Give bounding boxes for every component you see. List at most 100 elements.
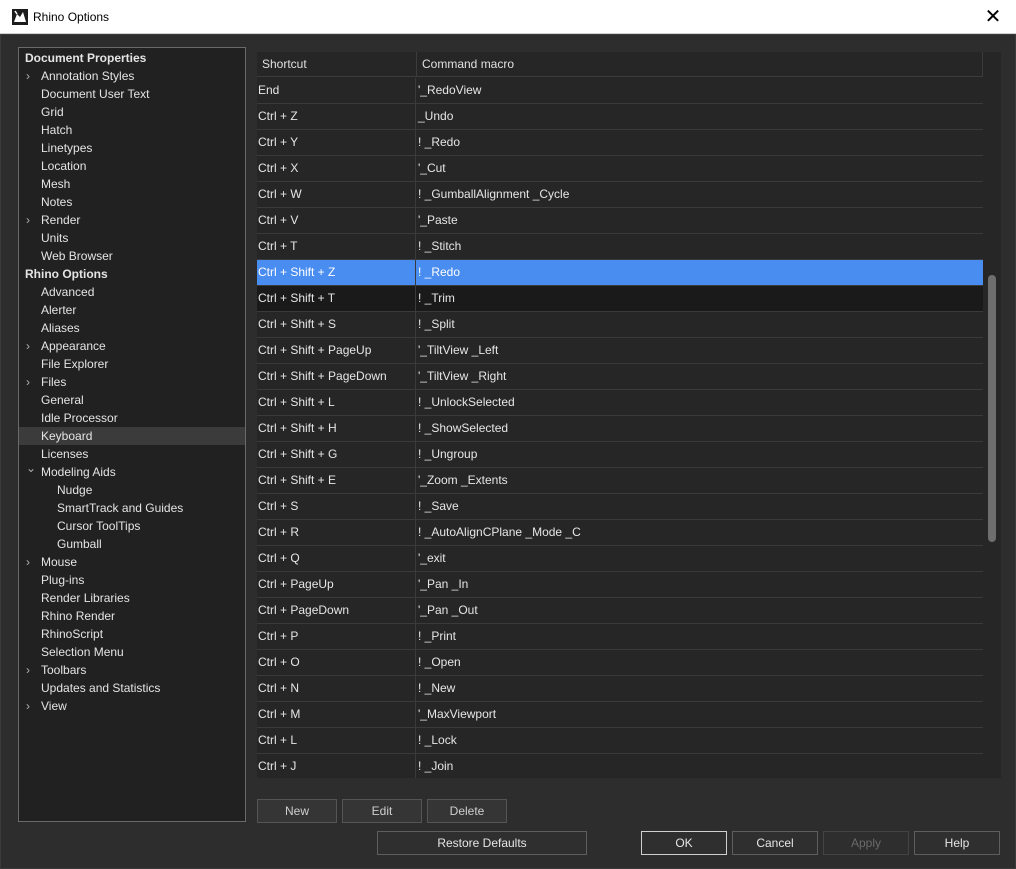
- tree-item-render[interactable]: › Render: [19, 211, 245, 229]
- shortcut-cell[interactable]: Ctrl + Q: [257, 546, 416, 571]
- help-button[interactable]: Help: [914, 831, 1000, 855]
- command-macro-cell[interactable]: ! _Split: [417, 312, 983, 337]
- shortcut-cell[interactable]: Ctrl + Shift + PageUp: [257, 338, 416, 363]
- shortcut-cell[interactable]: Ctrl + Z: [257, 104, 416, 129]
- table-row[interactable]: Ctrl + Shift + T! _Trim: [257, 286, 983, 312]
- chevron-right-icon[interactable]: ›: [26, 697, 36, 715]
- shortcut-cell[interactable]: Ctrl + X: [257, 156, 416, 181]
- command-macro-cell[interactable]: ! _Join: [417, 754, 983, 778]
- table-row[interactable]: Ctrl + Shift + PageDown '_TiltView _Right: [257, 364, 983, 390]
- tree-item-linetypes[interactable]: Linetypes: [19, 139, 245, 157]
- command-macro-cell[interactable]: ! _Open: [417, 650, 983, 675]
- chevron-right-icon[interactable]: ›: [26, 211, 36, 229]
- table-row[interactable]: Ctrl + R! _AutoAlignCPlane _Mode _C: [257, 520, 983, 546]
- command-macro-cell[interactable]: ! _Ungroup: [417, 442, 983, 467]
- command-macro-cell[interactable]: ! _AutoAlignCPlane _Mode _C: [417, 520, 983, 545]
- tree-item-files[interactable]: › Files: [19, 373, 245, 391]
- table-row[interactable]: Ctrl + PageUp '_Pan _In: [257, 572, 983, 598]
- column-header-shortcut[interactable]: Shortcut: [257, 52, 417, 77]
- tree-item-annotation-styles[interactable]: › Annotation Styles: [19, 67, 245, 85]
- command-macro-cell[interactable]: ! _Trim: [417, 286, 983, 311]
- tree-item-rhino-render[interactable]: Rhino Render: [19, 607, 245, 625]
- tree-item-advanced[interactable]: Advanced: [19, 283, 245, 301]
- shortcut-cell[interactable]: Ctrl + Shift + T: [257, 286, 416, 311]
- table-row[interactable]: Ctrl + Q '_exit: [257, 546, 983, 572]
- table-row[interactable]: Ctrl + T! _Stitch: [257, 234, 983, 260]
- table-row[interactable]: Ctrl + Shift + L! _UnlockSelected: [257, 390, 983, 416]
- tree-item-aliases[interactable]: Aliases: [19, 319, 245, 337]
- command-macro-cell[interactable]: '_Cut: [417, 156, 983, 181]
- shortcut-cell[interactable]: Ctrl + P: [257, 624, 416, 649]
- table-row[interactable]: Ctrl + PageDown '_Pan _Out: [257, 598, 983, 624]
- shortcut-cell[interactable]: Ctrl + J: [257, 754, 416, 778]
- table-row[interactable]: Ctrl + J! _Join: [257, 754, 983, 778]
- table-row[interactable]: Ctrl + Shift + G! _Ungroup: [257, 442, 983, 468]
- tree-item-document-properties[interactable]: Document Properties: [19, 49, 245, 67]
- tree-item-alerter[interactable]: Alerter: [19, 301, 245, 319]
- command-macro-cell[interactable]: '_TiltView _Right: [417, 364, 983, 389]
- tree-item-units[interactable]: Units: [19, 229, 245, 247]
- chevron-right-icon[interactable]: ›: [26, 373, 36, 391]
- table-row[interactable]: Ctrl + S! _Save: [257, 494, 983, 520]
- table-row[interactable]: Ctrl + L! _Lock: [257, 728, 983, 754]
- shortcut-cell[interactable]: Ctrl + R: [257, 520, 416, 545]
- command-macro-cell[interactable]: ! _Print: [417, 624, 983, 649]
- shortcut-cell[interactable]: Ctrl + Shift + Z: [257, 260, 416, 285]
- tree-item-keyboard[interactable]: Keyboard: [19, 427, 245, 445]
- tree-item-smarttrack-and-guides[interactable]: SmartTrack and Guides: [19, 499, 245, 517]
- tree-item-plug-ins[interactable]: Plug-ins: [19, 571, 245, 589]
- table-row[interactable]: Ctrl + Shift + H! _ShowSelected: [257, 416, 983, 442]
- chevron-right-icon[interactable]: ›: [26, 67, 36, 85]
- tree-item-file-explorer[interactable]: File Explorer: [19, 355, 245, 373]
- table-row[interactable]: End '_RedoView: [257, 78, 983, 104]
- tree-item-document-user-text[interactable]: Document User Text: [19, 85, 245, 103]
- tree-item-rhinoscript[interactable]: RhinoScript: [19, 625, 245, 643]
- tree-item-appearance[interactable]: › Appearance: [19, 337, 245, 355]
- table-row[interactable]: Ctrl + Shift + E '_Zoom _Extents: [257, 468, 983, 494]
- command-macro-cell[interactable]: '_exit: [417, 546, 983, 571]
- tree-item-mesh[interactable]: Mesh: [19, 175, 245, 193]
- new-button[interactable]: New: [257, 799, 337, 823]
- chevron-right-icon[interactable]: ›: [26, 661, 36, 679]
- scrollbar-thumb[interactable]: [988, 275, 996, 542]
- command-macro-cell[interactable]: ! _New: [417, 676, 983, 701]
- command-macro-cell[interactable]: ! _Redo: [417, 260, 983, 285]
- table-row[interactable]: Ctrl + M '_MaxViewport: [257, 702, 983, 728]
- command-macro-cell[interactable]: ! _Save: [417, 494, 983, 519]
- shortcut-cell[interactable]: Ctrl + PageUp: [257, 572, 416, 597]
- tree-item-toolbars[interactable]: › Toolbars: [19, 661, 245, 679]
- shortcut-cell[interactable]: Ctrl + S: [257, 494, 416, 519]
- shortcut-cell[interactable]: Ctrl + Shift + PageDown: [257, 364, 416, 389]
- command-macro-cell[interactable]: ! _UnlockSelected: [417, 390, 983, 415]
- command-macro-cell[interactable]: ! _Lock: [417, 728, 983, 753]
- tree-item-updates-and-statistics[interactable]: Updates and Statistics: [19, 679, 245, 697]
- shortcut-cell[interactable]: Ctrl + Shift + S: [257, 312, 416, 337]
- shortcut-cell[interactable]: Ctrl + V: [257, 208, 416, 233]
- command-macro-cell[interactable]: '_Zoom _Extents: [417, 468, 983, 493]
- table-row[interactable]: Ctrl + Y! _Redo: [257, 130, 983, 156]
- table-row[interactable]: Ctrl + V '_Paste: [257, 208, 983, 234]
- command-macro-cell[interactable]: ! _Stitch: [417, 234, 983, 259]
- tree-item-view[interactable]: › View: [19, 697, 245, 715]
- tree-item-modeling-aids[interactable]: ⌄ Modeling Aids: [19, 461, 245, 481]
- close-icon[interactable]: ✕: [980, 4, 1006, 30]
- command-macro-cell[interactable]: ! _ShowSelected: [417, 416, 983, 441]
- command-macro-cell[interactable]: ! _GumballAlignment _Cycle: [417, 182, 983, 207]
- shortcut-cell[interactable]: Ctrl + T: [257, 234, 416, 259]
- table-row[interactable]: Ctrl + Shift + S! _Split: [257, 312, 983, 338]
- tree-item-render-libraries[interactable]: Render Libraries: [19, 589, 245, 607]
- tree-item-nudge[interactable]: Nudge: [19, 481, 245, 499]
- chevron-right-icon[interactable]: ›: [26, 337, 36, 355]
- shortcut-cell[interactable]: Ctrl + O: [257, 650, 416, 675]
- command-macro-cell[interactable]: _Undo: [417, 104, 983, 129]
- shortcut-cell[interactable]: Ctrl + Shift + L: [257, 390, 416, 415]
- table-row[interactable]: Ctrl + O! _Open: [257, 650, 983, 676]
- delete-button[interactable]: Delete: [427, 799, 507, 823]
- shortcut-cell[interactable]: Ctrl + L: [257, 728, 416, 753]
- shortcut-cell[interactable]: Ctrl + PageDown: [257, 598, 416, 623]
- command-macro-cell[interactable]: '_Paste: [417, 208, 983, 233]
- shortcut-cell[interactable]: Ctrl + N: [257, 676, 416, 701]
- chevron-right-icon[interactable]: ›: [26, 553, 36, 571]
- command-macro-cell[interactable]: '_RedoView: [417, 78, 983, 103]
- shortcut-cell[interactable]: Ctrl + Shift + E: [257, 468, 416, 493]
